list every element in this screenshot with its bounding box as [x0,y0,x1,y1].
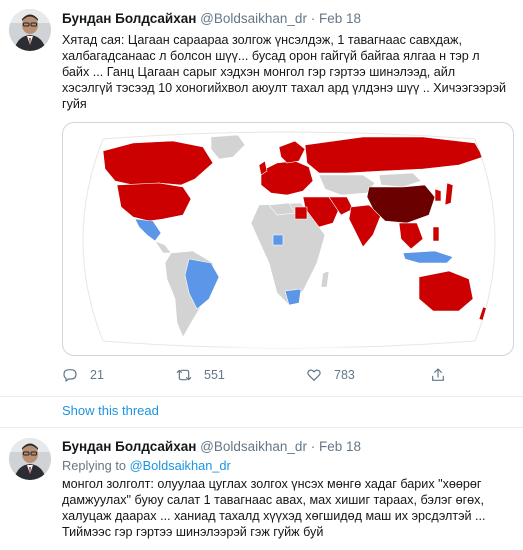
tweet-text-line: гуйя [62,97,87,111]
retweet-button[interactable]: 551 [176,367,225,383]
author-name[interactable]: Бундан Болдсайхан [62,11,196,26]
tweet-text-line: монгол золголт: олуулаа цуглах золгох үн… [62,477,482,491]
show-thread-link[interactable]: Show this thread [62,403,159,418]
replying-to-mention[interactable]: @Boldsaikhan_dr [130,458,231,473]
author-handle[interactable]: @Boldsaikhan_dr [200,11,307,26]
replying-to: Replying to @Boldsaikhan_dr [62,458,231,473]
egypt [294,206,308,220]
reply-icon [63,369,77,382]
tweet-text-line: Тиймээс гэр гэртээ шинэлээрэй гэж гуйж б… [62,525,324,539]
retweet-count: 551 [204,368,225,382]
tweet-date[interactable]: Feb 18 [319,11,361,26]
tweet-text-line: Хятад сая: Цагаан сараараа золгож үнсэлд… [62,33,462,47]
tweet-1[interactable]: Бундан Болдсайхан @Boldsaikhan_dr · Feb … [0,0,523,397]
separator-dot: · [310,439,316,454]
tweet-text-line: дамжуулах" буюу салат 1 тавагнаас авах, … [62,493,484,507]
nigeria [272,234,284,246]
korea [434,188,442,202]
world-map-svg [82,131,496,349]
replying-to-label: Replying to [62,458,127,473]
avatar[interactable] [9,9,51,51]
tweet-date[interactable]: Feb 18 [319,439,361,454]
author-name[interactable]: Бундан Болдсайхан [62,439,196,454]
share-button[interactable] [430,367,458,383]
tweet-text: Хятад сая: Цагаан сараараа золгож үнсэлд… [62,32,514,112]
like-count: 783 [334,368,355,382]
reply-button[interactable]: 21 [62,367,104,383]
tweet-actions: 21 551 783 [62,367,462,385]
author-handle[interactable]: @Boldsaikhan_dr [200,439,307,454]
tweet-text: монгол золголт: олуулаа цуглах золгох үн… [62,476,517,540]
separator-dot: · [310,11,316,26]
tweet-text-line: байх ... Ганц Цагаан сарыг хэдхэн монгол… [62,65,456,79]
avatar[interactable] [9,438,51,480]
tweet-text-line: хэсэлгүй тэсээд 10 хоногийхвол аюулт тах… [62,81,507,95]
tweet-header: Бундан Болдсайхан @Boldsaikhan_dr · Feb … [62,439,361,454]
tweet-2[interactable]: Бундан Болдсайхан @Boldsaikhan_dr · Feb … [0,428,523,550]
retweet-icon [176,369,192,381]
philippines [432,226,440,242]
share-icon [432,368,444,381]
like-button[interactable]: 783 [306,367,355,383]
reply-count: 21 [90,368,104,382]
tweet-header: Бундан Болдсайхан @Boldsaikhan_dr · Feb … [62,11,361,26]
heart-icon [307,369,321,381]
world-map-image[interactable] [62,122,514,356]
tweet-text-line: халуцаж даарах ... ханиад тахалд хүүхэд … [62,509,486,523]
tweet-text-line: халбагадсанаас л болсон шүү... бусад оро… [62,49,480,63]
